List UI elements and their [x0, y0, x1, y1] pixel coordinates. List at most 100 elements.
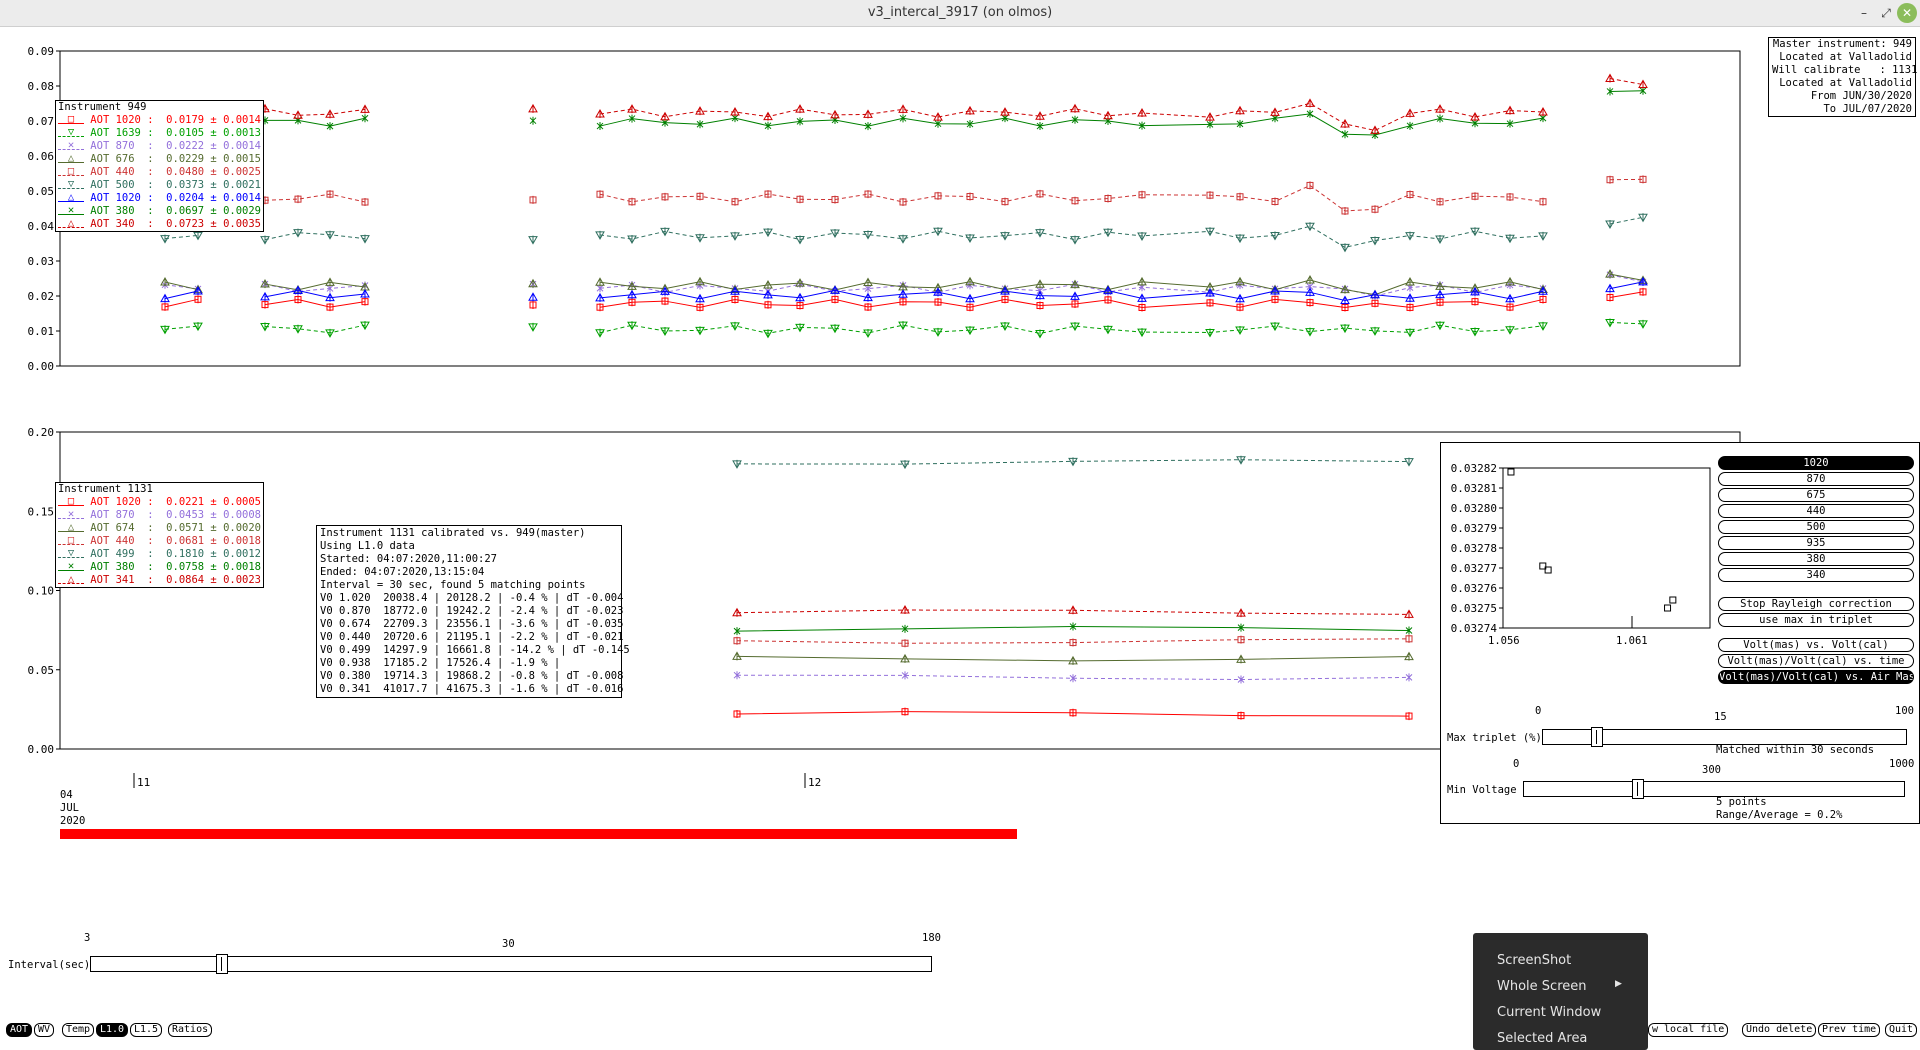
max-triplet-mid: 15: [1714, 711, 1727, 723]
legend-label: AOT 1639 :: [83, 127, 167, 139]
series-line: [1609, 78, 1644, 86]
selected-time-range-bar[interactable]: [60, 829, 1017, 839]
y-tick-label: 0.00: [28, 360, 55, 373]
legend-marker-icon: ✕: [58, 561, 84, 571]
y-tick-label: 0.01: [28, 325, 55, 338]
legend-label: AOT 1020 :: [83, 496, 167, 508]
legend-label: AOT 440 :: [83, 535, 167, 547]
legend-value: 0.0373 ± 0.0021: [166, 179, 261, 191]
legend-label: AOT 676 :: [83, 153, 167, 165]
master-info-box: Master instrument: 949 Located at Vallad…: [1768, 37, 1918, 117]
legend-row: ✕ AOT 380 : 0.0758 ± 0.0018: [58, 561, 261, 574]
series-line: [264, 299, 366, 308]
date-month: JUL: [60, 802, 79, 814]
series-line: [264, 289, 366, 299]
legend-row: □ AOT 440 : 0.0480 ± 0.0025: [58, 166, 261, 179]
legend-value: 0.0571 ± 0.0020: [166, 522, 261, 534]
view-button-l1-5[interactable]: L1.5: [130, 1023, 163, 1037]
plot-mode-button-volt-mas-volt-cal-vs-air-mass[interactable]: Volt(mas)/Volt(cal) vs. Air Mass: [1718, 670, 1914, 684]
series-line: [599, 102, 1544, 131]
action-button-prev-time[interactable]: Prev time: [1818, 1023, 1881, 1037]
series-line: [164, 298, 199, 308]
plot-mode-button-volt-mas-volt-cal-vs-time[interactable]: Volt(mas)/Volt(cal) vs. time: [1718, 654, 1914, 668]
series-line: [264, 117, 366, 127]
wavelength-button-440[interactable]: 440: [1718, 504, 1914, 518]
wavelength-button-340[interactable]: 340: [1718, 568, 1914, 582]
legend-value: 0.0204 ± 0.0014: [166, 192, 261, 204]
wavelength-button-675[interactable]: 675: [1718, 488, 1914, 502]
legend-marker-icon: △: [58, 218, 84, 228]
action-button-undo-delete[interactable]: Undo delete: [1742, 1023, 1817, 1037]
legend-marker-icon: ✕: [58, 509, 84, 519]
min-voltage-slider[interactable]: [1523, 781, 1905, 797]
menu-item-selected-area[interactable]: Selected Area: [1497, 1031, 1587, 1046]
legend-row: ▽ AOT 1639 : 0.0105 ± 0.0013: [58, 127, 261, 140]
legend-marker-icon: ✕: [58, 140, 84, 150]
legend-value: 0.0681 ± 0.0018: [166, 535, 261, 547]
series-line: [164, 234, 199, 240]
legend-label: AOT 440 :: [83, 166, 167, 178]
y-tick-label: 0.09: [28, 45, 55, 58]
legend-value: 0.0480 ± 0.0025: [166, 166, 261, 178]
view-button-wv[interactable]: WV: [34, 1023, 55, 1037]
action-button-w-local-file[interactable]: w local file: [1648, 1023, 1729, 1037]
y-tick-label: 0.07: [28, 115, 55, 128]
legend-row: ✕ AOT 380 : 0.0697 ± 0.0029: [58, 205, 261, 218]
view-button-aot[interactable]: AOT: [6, 1023, 33, 1037]
legend-value: 0.0723 ± 0.0035: [166, 218, 261, 230]
master-info-line: Will calibrate : 1131: [1772, 64, 1918, 76]
series-line: [264, 108, 366, 116]
view-button-ratios[interactable]: Ratios: [168, 1023, 213, 1037]
max-triplet-max: 100: [1895, 705, 1914, 717]
option-button-stop-rayleigh-correction[interactable]: Stop Rayleigh correction: [1718, 597, 1914, 611]
series-line: [264, 324, 366, 334]
legend-row: △ AOT 341 : 0.0864 ± 0.0023: [58, 574, 261, 587]
wavelength-button-870[interactable]: 870: [1718, 472, 1914, 486]
legend-value: 0.0453 ± 0.0008: [166, 509, 261, 521]
wavelength-button-380[interactable]: 380: [1718, 552, 1914, 566]
legend-marker-icon: △: [58, 574, 84, 584]
max-triplet-slider-thumb[interactable]: [1591, 727, 1603, 747]
wavelength-button-1020[interactable]: 1020: [1718, 456, 1914, 470]
view-button-temp[interactable]: Temp: [62, 1023, 95, 1037]
series-line: [264, 193, 366, 203]
menu-item-current-window[interactable]: Current Window: [1497, 1005, 1601, 1020]
interval-slider-thumb[interactable]: [216, 954, 228, 974]
legend-label: AOT 870 :: [83, 140, 167, 152]
top-plot-series: [160, 73, 1648, 339]
series-line: [264, 281, 366, 291]
legend-label: AOT 870 :: [83, 509, 167, 521]
legend-label: AOT 380 :: [83, 561, 167, 573]
action-button-quit[interactable]: Quit: [1885, 1023, 1918, 1037]
legend-label: AOT 380 :: [83, 205, 167, 217]
legend-label: AOT 341 :: [83, 574, 167, 586]
view-button-l1-0[interactable]: L1.0: [96, 1023, 129, 1037]
master-info-line: From JUN/30/2020: [1810, 90, 1912, 102]
plot-mode-button-volt-mas-vs-volt-cal-[interactable]: Volt(mas) vs. Volt(cal): [1718, 638, 1914, 652]
y-tick-label: 0.00: [28, 743, 55, 756]
min-voltage-range: Range/Average = 0.2%: [1716, 809, 1843, 821]
calibration-info-line: Started: 04:07:2020,11:00:27: [320, 553, 498, 565]
calibration-info-line: V0 0.870 18772.0 | 19242.2 | -2.4 % | dT…: [320, 605, 624, 617]
bottom-plot-series: [732, 455, 1414, 721]
option-button-use-max-in-triplet[interactable]: use max in triplet: [1718, 613, 1914, 627]
wavelength-button-935[interactable]: 935: [1718, 536, 1914, 550]
menu-item-whole-screen[interactable]: Whole Screen: [1497, 979, 1586, 994]
legend-marker-icon: ▽: [58, 127, 84, 137]
bottom-plot-y-axis: 0.20 0.15 0.10 0.05 0.00: [28, 426, 60, 756]
min-voltage-slider-thumb[interactable]: [1632, 779, 1644, 799]
min-voltage-min: 0: [1513, 758, 1520, 770]
legend-value: 0.0697 ± 0.0029: [166, 205, 261, 217]
wavelength-button-500[interactable]: 500: [1718, 520, 1914, 534]
submenu-arrow-icon: ▶: [1615, 979, 1622, 989]
series-line: [164, 281, 199, 291]
legend-marker-icon: △: [58, 153, 84, 163]
y-tick-label: 0.05: [28, 664, 55, 677]
legend-row: □ AOT 1020 : 0.0221 ± 0.0005: [58, 496, 261, 509]
menu-item-screenshot[interactable]: ScreenShot: [1497, 953, 1571, 968]
max-triplet-label: Max triplet (%): [1447, 732, 1542, 744]
series-line: [164, 325, 199, 330]
legend-marker-icon: □: [58, 166, 84, 176]
max-triplet-status: Matched within 30 seconds: [1716, 744, 1875, 756]
calibration-info-line: V0 0.341 41017.7 | 41675.3 | -1.6 % | dT…: [320, 683, 624, 695]
